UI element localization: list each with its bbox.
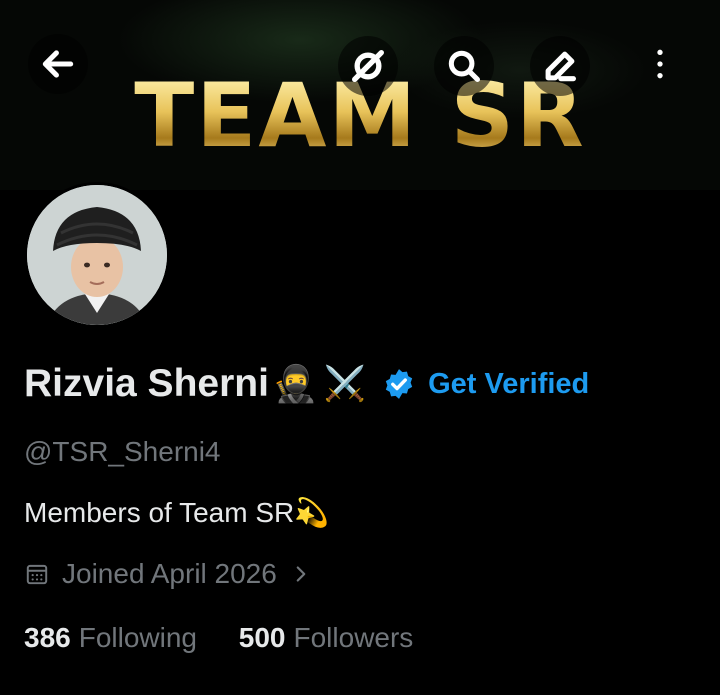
- joined-text: Joined April 2026: [62, 558, 277, 589]
- search-button[interactable]: [434, 36, 494, 96]
- display-name: Rizvia Sherni: [24, 362, 269, 405]
- followers-count: 500: [238, 622, 286, 653]
- followers-link[interactable]: 500 Followers: [239, 622, 414, 654]
- arrow-left-icon: [42, 50, 74, 78]
- more-vertical-icon: [657, 49, 663, 79]
- following-count: 386: [24, 622, 71, 653]
- profile-bio: Members of Team SR💫: [24, 497, 330, 528]
- grok-button[interactable]: [338, 36, 398, 96]
- search-icon: [448, 50, 480, 82]
- edit-profile-button[interactable]: [530, 36, 590, 96]
- avatar[interactable]: [24, 182, 170, 328]
- name-row: Rizvia Sherni 🥷 ⚔️ Get Verified: [24, 362, 589, 406]
- following-link[interactable]: 386 Following: [24, 622, 197, 654]
- username-handle: @TSR_Sherni4: [24, 436, 221, 467]
- avatar-image: [27, 185, 167, 325]
- ninja-emoji: 🥷: [272, 363, 318, 404]
- verified-badge-icon[interactable]: [382, 367, 416, 401]
- back-button[interactable]: [28, 34, 88, 94]
- calendar-icon: [26, 564, 48, 585]
- more-options-button[interactable]: [630, 34, 690, 94]
- chevron-right-icon: [296, 566, 306, 582]
- following-label: Following: [78, 622, 197, 653]
- grok-icon: [352, 50, 384, 83]
- follow-stats: 386 Following 500 Followers: [24, 622, 413, 654]
- pencil-icon: [545, 51, 576, 82]
- joined-date[interactable]: Joined April 2026: [24, 558, 311, 590]
- crossed-swords-emoji: ⚔️: [323, 365, 367, 403]
- followers-label: Followers: [293, 622, 414, 653]
- get-verified-link[interactable]: Get Verified: [428, 368, 589, 401]
